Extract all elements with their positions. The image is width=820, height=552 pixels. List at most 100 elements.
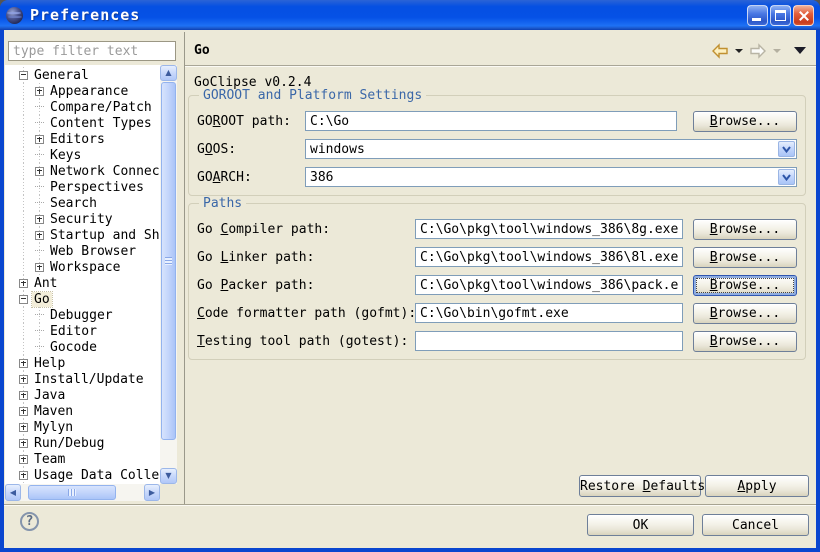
scroll-up-icon[interactable]: ▲ [160,65,177,81]
combo-selected-value: 386 [310,169,333,186]
maximize-button[interactable] [770,5,791,26]
tree-item-appearance[interactable]: Appearance [5,83,160,99]
form-row: Go Packer path:Browse... [197,271,797,299]
code-formatter-path-gofmt-input[interactable] [415,303,683,323]
collapse-icon[interactable] [19,71,28,80]
tree-item-content-types[interactable]: Content Types [5,115,160,131]
tree-connector [35,314,44,316]
tree-item-java[interactable]: Java [5,387,160,403]
testing-tool-path-gotest-input[interactable] [415,331,683,351]
go-compiler-path-input[interactable] [415,219,683,239]
chevron-down-icon[interactable] [778,169,795,185]
tree-item-network-connect[interactable]: Network Connect [5,163,160,179]
back-menu-icon[interactable] [735,49,743,53]
tree-horizontal-scrollbar[interactable]: ◀ ▶ [5,484,160,501]
vertical-scrollbar-thumb[interactable] [161,82,176,440]
tree-item-label: General [32,68,91,83]
page-navigation [710,42,806,59]
apply-button[interactable]: Apply [705,475,809,497]
browse-button[interactable]: Browse... [693,275,797,296]
form-row: GOROOT path:Browse... [197,107,797,135]
browse-button[interactable]: Browse... [693,247,797,268]
scroll-right-icon[interactable]: ▶ [144,484,160,501]
expand-icon[interactable] [35,167,44,176]
tree-item-label: Security [48,212,115,227]
expand-icon[interactable] [19,439,28,448]
browse-button[interactable]: Browse... [693,303,797,324]
browse-button[interactable]: Browse... [693,331,797,352]
ok-button[interactable]: OK [587,514,694,536]
scroll-down-icon[interactable]: ▼ [160,468,177,484]
code-formatter-path-gofmt-label: Code formatter path (gofmt): [197,306,415,321]
tree-item-workspace[interactable]: Workspace [5,259,160,275]
tree-item-go[interactable]: Go [5,291,160,307]
expand-icon[interactable] [19,423,28,432]
expand-icon[interactable] [19,359,28,368]
expand-icon[interactable] [19,407,28,416]
goos-select[interactable]: windows [305,139,797,159]
view-menu-icon[interactable] [794,47,806,54]
forward-button[interactable] [748,42,768,59]
tree-item-security[interactable]: Security [5,211,160,227]
tree-connector [35,346,44,348]
expand-icon[interactable] [35,135,44,144]
browse-button[interactable]: Browse... [693,219,797,240]
tree-item-startup-and-shu[interactable]: Startup and Shu [5,227,160,243]
tree-item-search[interactable]: Search [5,195,160,211]
horizontal-scrollbar-thumb[interactable] [28,485,116,500]
expand-icon[interactable] [35,87,44,96]
scroll-left-icon[interactable]: ◀ [5,484,21,501]
tree-item-ant[interactable]: Ant [5,275,160,291]
close-button[interactable] [793,5,814,26]
minimize-icon [752,18,761,21]
tree-item-usage-data-collect[interactable]: Usage Data Collect [5,467,160,483]
goarch-select[interactable]: 386 [305,167,797,187]
tree-panel: GeneralAppearanceCompare/PatchContent Ty… [5,65,177,501]
tree-item-maven[interactable]: Maven [5,403,160,419]
panel-divider[interactable] [184,32,185,505]
tree-item-editors[interactable]: Editors [5,131,160,147]
expand-icon[interactable] [35,231,44,240]
goroot-path-input[interactable] [305,111,677,131]
browse-button[interactable]: Browse... [693,111,797,132]
tree-item-web-browser[interactable]: Web Browser [5,243,160,259]
tree-item-run-debug[interactable]: Run/Debug [5,435,160,451]
cancel-button[interactable]: Cancel [702,514,809,536]
tree-item-label: Run/Debug [32,436,106,451]
back-button[interactable] [710,42,730,59]
expand-icon[interactable] [19,391,28,400]
collapse-icon[interactable] [19,295,28,304]
tree-item-keys[interactable]: Keys [5,147,160,163]
restore-defaults-button[interactable]: Restore Defaults [579,475,701,497]
expand-icon[interactable] [35,263,44,272]
group-title: GOROOT and Platform Settings [199,88,426,103]
group-rows-0: GOROOT path:Browse...GOOS:windowsGOARCH:… [197,107,797,191]
chevron-down-icon[interactable] [778,141,795,157]
tree-item-label: Mylyn [32,420,75,435]
tree-vertical-scrollbar[interactable]: ▲ ▼ [160,65,177,484]
tree-item-gocode[interactable]: Gocode [5,339,160,355]
tree-connector [35,186,44,188]
expand-icon[interactable] [19,471,28,480]
titlebar[interactable]: Preferences [0,0,820,30]
tree-item-general[interactable]: General [5,67,160,83]
expand-icon[interactable] [19,279,28,288]
tree-item-debugger[interactable]: Debugger [5,307,160,323]
expand-icon[interactable] [35,215,44,224]
expand-icon[interactable] [19,455,28,464]
forward-menu-icon[interactable] [773,49,781,53]
tree-item-help[interactable]: Help [5,355,160,371]
go-linker-path-input[interactable] [415,247,683,267]
minimize-button[interactable] [747,5,768,26]
tree-item-editor[interactable]: Editor [5,323,160,339]
tree-item-mylyn[interactable]: Mylyn [5,419,160,435]
tree-item-perspectives[interactable]: Perspectives [5,179,160,195]
expand-icon[interactable] [19,375,28,384]
tree-item-install-update[interactable]: Install/Update [5,371,160,387]
tree-item-team[interactable]: Team [5,451,160,467]
form-row: Go Linker path:Browse... [197,243,797,271]
help-icon[interactable]: ? [20,512,39,531]
go-packer-path-input[interactable] [415,275,683,295]
filter-input[interactable] [8,41,176,61]
tree-item-compare-patch[interactable]: Compare/Patch [5,99,160,115]
